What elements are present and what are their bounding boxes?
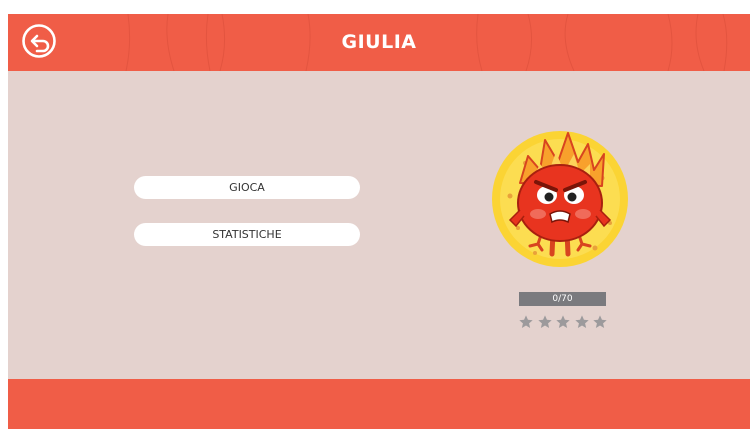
- star-rating: [518, 314, 608, 332]
- star-empty-icon: [537, 315, 552, 328]
- star-empty-icon: [519, 315, 533, 328]
- fire-monster-avatar: [492, 131, 628, 267]
- play-button[interactable]: GIOCA: [134, 176, 360, 199]
- star-empty-icon: [556, 315, 570, 328]
- progress-bar: 0/70: [519, 292, 606, 306]
- main-panel: GIOCA STATISTICHE 0/70: [8, 71, 750, 379]
- page-title: GIULIA: [341, 31, 417, 53]
- footer-bar: [8, 379, 750, 429]
- statistics-button[interactable]: STATISTICHE: [134, 223, 360, 246]
- star-empty-icon: [593, 315, 607, 328]
- progress-text: 0/70: [552, 294, 573, 304]
- app-frame: GIULIA GIOCA STATISTICHE 0/70: [0, 0, 750, 429]
- header-bar: GIULIA: [8, 14, 750, 71]
- star-empty-icon: [574, 315, 589, 328]
